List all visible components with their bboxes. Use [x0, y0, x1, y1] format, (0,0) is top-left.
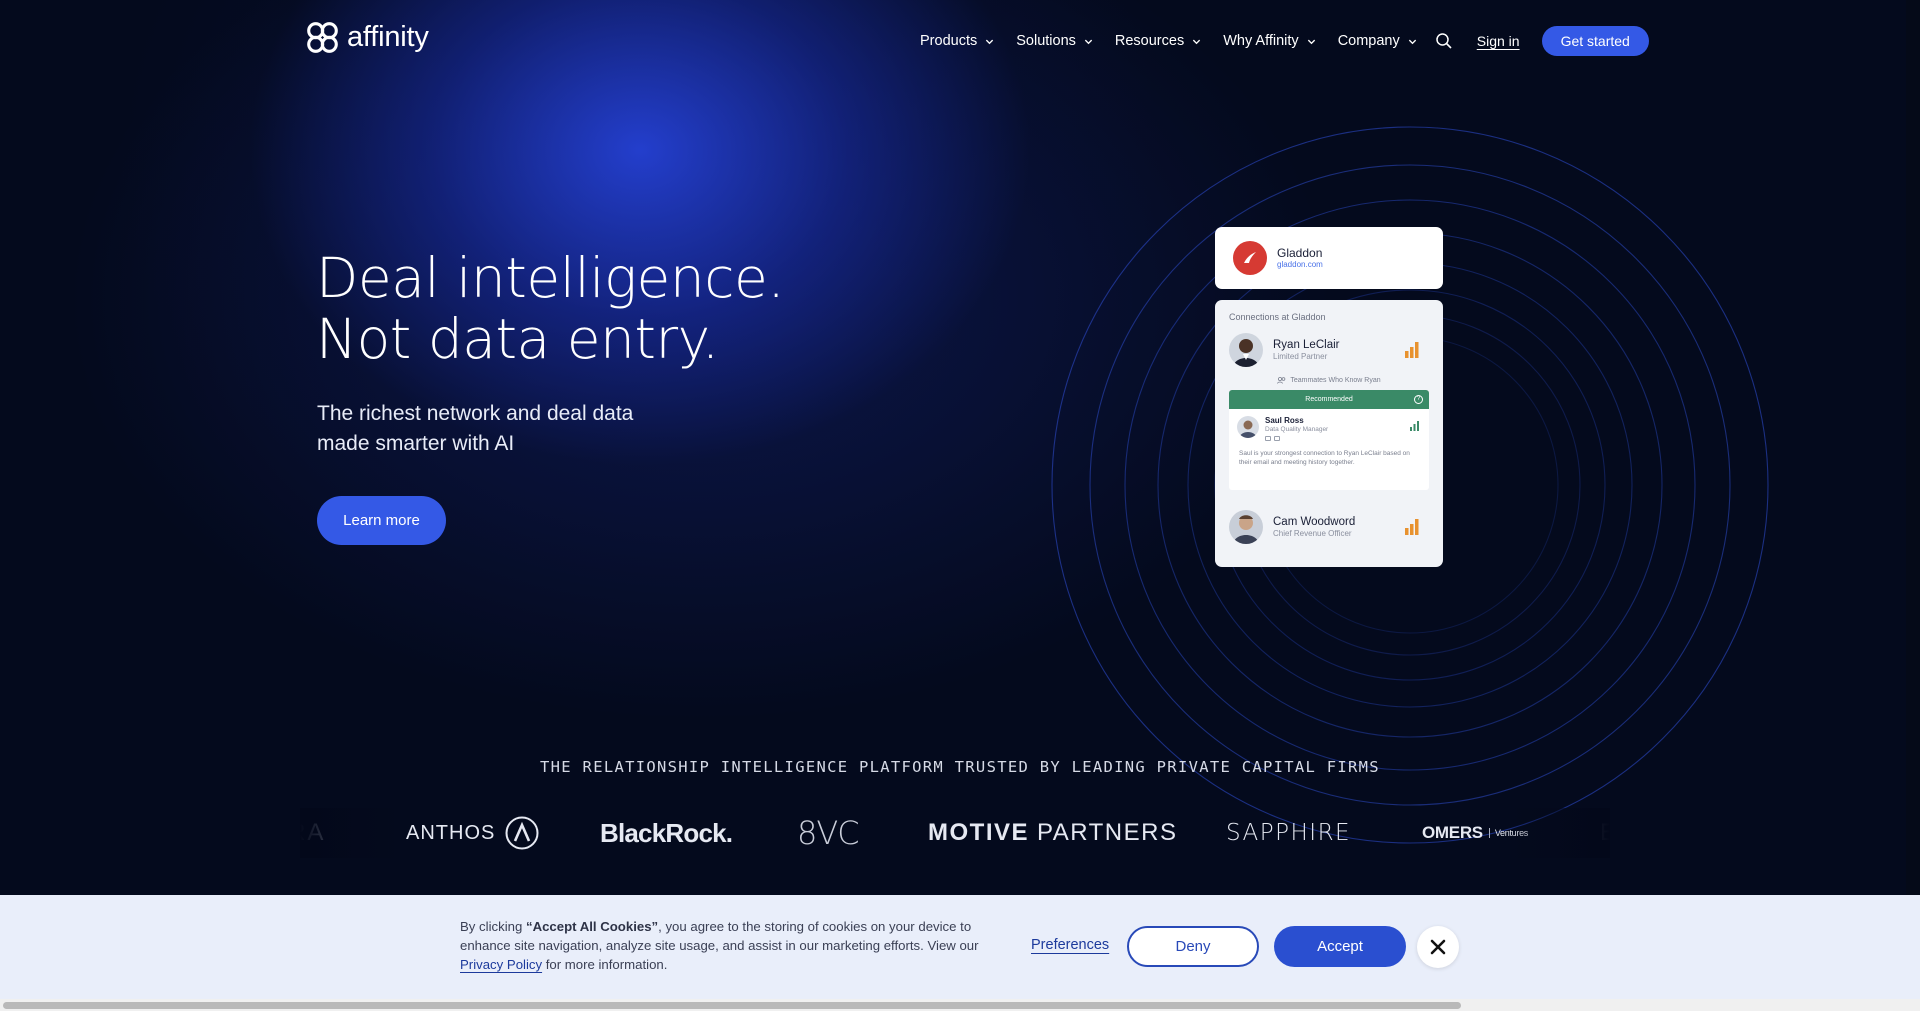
nav-products[interactable]: Products	[920, 33, 994, 49]
recommendation-note: Saul is your strongest connection to Rya…	[1239, 450, 1410, 466]
logo-omers-text: OMERS	[1422, 823, 1483, 842]
logo-ventures-text: Ventures	[1488, 828, 1528, 838]
contact-icons	[1265, 436, 1328, 441]
rec-person-role: Data Quality Manager	[1265, 426, 1329, 433]
recommended-label: Recommended	[1305, 396, 1353, 403]
deny-button[interactable]: Deny	[1127, 926, 1259, 967]
cookie-text-start: By clicking	[460, 919, 526, 934]
client-logos-carousel: RA ANTHOS BlackRock. 8VC MOTIVE PARTNERS…	[300, 808, 1610, 858]
nav-resources-label: Resources	[1114, 33, 1185, 49]
affinity-knot-icon	[307, 22, 338, 53]
connections-card: Connections at Gladdon Ryan LeClair Limi…	[1215, 300, 1443, 567]
chevron-down-icon	[1408, 39, 1416, 44]
person-name: Cam Woodword	[1273, 515, 1356, 528]
nav-company[interactable]: Company	[1338, 33, 1417, 49]
hero-title-line1: Deal intelligence.	[316, 246, 785, 310]
recommended-header: Recommended ?	[1229, 390, 1429, 409]
trusted-tagline: THE RELATIONSHIP INTELLIGENCE PLATFORM T…	[540, 758, 1380, 776]
hero-subtitle-line2: made smarter with AI	[317, 432, 515, 455]
connections-title: Connections at Gladdon	[1229, 312, 1326, 322]
nav-company-label: Company	[1337, 33, 1400, 49]
close-cookie-button[interactable]	[1417, 926, 1459, 968]
learn-more-button[interactable]: Learn more	[317, 496, 446, 545]
scrollbar-thumb[interactable]	[3, 1002, 1461, 1009]
avatar	[1229, 510, 1263, 544]
recommended-box[interactable]: Recommended ? Saul Ross Data Quality Man…	[1229, 390, 1429, 490]
chevron-down-icon	[1084, 39, 1093, 44]
hero-subtitle-line1: The richest network and deal data	[317, 402, 634, 425]
email-icon	[1265, 436, 1271, 441]
nav-why-affinity[interactable]: Why Affinity	[1223, 33, 1315, 49]
cookie-text-end: for more information.	[542, 957, 668, 972]
logo-motive-text: MOTIVE	[928, 819, 1030, 846]
logo-anthos-text: ANTHOS	[406, 821, 496, 844]
calendar-icon	[1274, 436, 1280, 441]
logo-blackrock: BlackRock.	[600, 817, 733, 848]
nav-resources[interactable]: Resources	[1115, 33, 1201, 49]
hero-title: Deal intelligence. Not data entry.	[316, 246, 785, 371]
cookie-banner: By clicking “Accept All Cookies”, you ag…	[0, 895, 1920, 999]
horizontal-scrollbar[interactable]	[0, 999, 1920, 1011]
accept-button[interactable]: Accept	[1274, 926, 1406, 967]
logo-anthos: ANTHOS	[406, 808, 539, 858]
hero-subtitle: The richest network and deal data made s…	[317, 399, 633, 459]
teammates-label: Teammates Who Know Ryan	[1229, 377, 1429, 384]
affinity-logo[interactable]: affinity	[306, 21, 429, 54]
nav-solutions-label: Solutions	[1016, 33, 1076, 49]
nav-why-affinity-label: Why Affinity	[1223, 33, 1299, 49]
company-name: Gladdon	[1277, 246, 1323, 260]
person-role: Chief Revenue Officer	[1273, 528, 1352, 538]
signal-strength-icon	[1405, 519, 1419, 535]
cookie-text-bold: “Accept All Cookies”	[525, 919, 659, 934]
person-role: Limited Partner	[1273, 351, 1328, 361]
logo-omers-ventures: OMERS Ventures	[1422, 808, 1528, 858]
people-icon	[1277, 377, 1286, 384]
nav-products-label: Products	[920, 33, 978, 49]
connection-person-ryan[interactable]: Ryan LeClair Limited Partner	[1229, 331, 1429, 369]
site-header: affinity Products Solutions Resources Wh…	[0, 0, 1920, 84]
nav-solutions[interactable]: Solutions	[1016, 33, 1093, 49]
privacy-policy-link[interactable]: Privacy Policy	[460, 957, 542, 972]
chevron-down-icon	[1307, 39, 1315, 44]
chevron-down-icon	[986, 39, 994, 44]
info-icon: ?	[1414, 395, 1423, 404]
avatar	[1229, 333, 1263, 367]
close-icon	[1430, 939, 1446, 955]
logo-ra: RA	[300, 819, 326, 846]
logo-sapphire: SAPPHIRE	[1226, 820, 1352, 846]
company-url: gladdon.com	[1277, 260, 1323, 269]
swoosh-icon	[1244, 252, 1256, 263]
hero-title-line2: Not data entry.	[316, 307, 719, 371]
logo-e-partial: E	[1600, 819, 1610, 846]
anthos-mark-icon	[505, 816, 539, 850]
gladdon-logo-icon	[1233, 241, 1267, 275]
company-card: Gladdon gladdon.com	[1215, 227, 1443, 289]
signal-strength-icon	[1410, 421, 1419, 431]
signal-strength-icon	[1405, 342, 1419, 358]
rec-person-name: Saul Ross	[1265, 416, 1304, 425]
connection-person-cam[interactable]: Cam Woodword Chief Revenue Officer	[1229, 508, 1429, 546]
teammates-text: Teammates Who Know Ryan	[1290, 377, 1381, 384]
main-nav: Products Solutions Resources Why Affinit…	[920, 26, 1649, 56]
get-started-button[interactable]: Get started	[1541, 26, 1649, 56]
logo-partners-text: PARTNERS	[1037, 819, 1178, 846]
logo-8vc: 8VC	[797, 814, 860, 852]
cookie-text: By clicking “Accept All Cookies”, you ag…	[460, 917, 980, 974]
person-name: Ryan LeClair	[1273, 338, 1340, 351]
logo-text: affinity	[347, 21, 429, 53]
chevron-down-icon	[1193, 39, 1201, 44]
preferences-link[interactable]: Preferences	[1031, 937, 1109, 953]
sign-in-link[interactable]: Sign in	[1477, 33, 1520, 49]
recommended-person: Saul Ross Data Quality Manager	[1229, 409, 1429, 441]
logo-motive-partners: MOTIVE PARTNERS	[928, 808, 1178, 858]
avatar	[1237, 416, 1259, 438]
search-icon[interactable]	[1435, 32, 1453, 50]
